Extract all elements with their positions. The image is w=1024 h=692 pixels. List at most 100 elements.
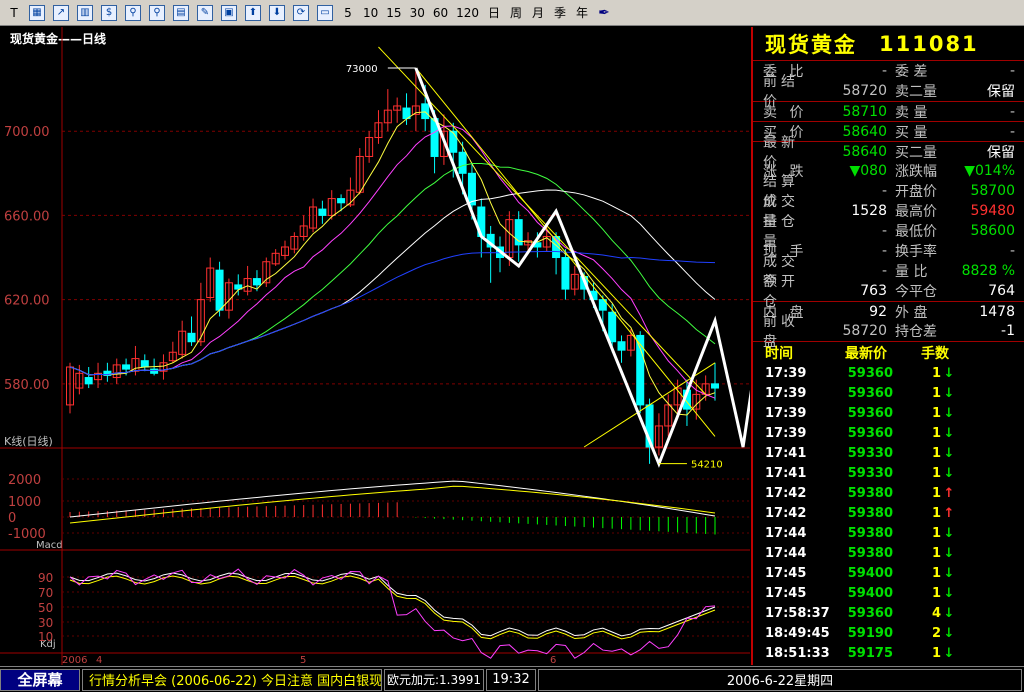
quote-value: 764 — [988, 283, 1015, 299]
period-year[interactable]: 年 — [572, 3, 592, 23]
candle-body — [608, 311, 617, 343]
tb-refresh-icon[interactable]: ⟳ — [290, 3, 312, 23]
macd-dif-line — [69, 480, 716, 518]
quote-value: 58720 — [842, 323, 887, 339]
status-bar: 全屏幕 行情分析早会 (2006-06-22) 今日注意 国内白银现货价格整体企… — [0, 666, 1024, 692]
arrow-down-icon: ↓ — [943, 385, 955, 401]
period-icon: ▭ — [317, 4, 333, 21]
tick-row: 18:51:33 59175 1 ↓ — [753, 643, 1024, 663]
tick-price: 59380 — [847, 545, 893, 561]
tick-time: 17:44 — [765, 545, 807, 561]
fullscreen-button[interactable]: 全屏幕 — [0, 668, 80, 691]
kdj-tick: 90 — [38, 571, 53, 585]
tick-row: 17:42 59380 1 ↑ — [753, 483, 1024, 503]
candle-body — [458, 151, 467, 174]
tb-bars-icon[interactable]: ▥ — [74, 3, 96, 23]
date-label: 2006 — [62, 655, 87, 665]
macd-tick: 1000 — [8, 495, 41, 510]
period-quarter[interactable]: 季 — [550, 3, 570, 23]
tick-volume: 1 — [931, 505, 941, 521]
tb-edit-icon[interactable]: ✎ — [194, 3, 216, 23]
tick-price: 59330 — [847, 465, 893, 481]
tb-grid-icon[interactable]: ▦ — [26, 3, 48, 23]
period-30[interactable]: 30 — [407, 3, 428, 23]
period-month[interactable]: 月 — [528, 3, 548, 23]
tb-pen-icon[interactable]: ✒ — [594, 3, 614, 23]
tb-chart-icon[interactable]: ↗ — [50, 3, 72, 23]
quote-label: 开盘价 — [895, 184, 937, 200]
tb-calc-icon[interactable]: ▤ — [170, 3, 192, 23]
tb-search-icon[interactable]: ⚲ — [146, 3, 168, 23]
price-tick: 700.00 — [4, 125, 50, 140]
calc-icon: ▤ — [173, 4, 189, 21]
period-60[interactable]: 60 — [430, 3, 451, 23]
candle-body — [636, 334, 645, 406]
refresh-icon: ⟳ — [293, 4, 309, 21]
arrow-down-icon: ↓ — [943, 625, 955, 641]
toolbar: T ▦ ↗ ▥ $ ⚲ ⚲ ▤ ✎ ▣ ⬆ ⬇ ⟳ ▭ 5 10 15 30 6… — [0, 0, 1024, 26]
arrow-down-icon: ↓ — [943, 605, 955, 621]
quote-row: 前结价 58720 卖二量 保留 — [753, 74, 1024, 110]
arrow-down-icon: ↓ — [943, 425, 955, 441]
tick-row: 18:49:45 59190 2 ↓ — [753, 623, 1024, 643]
tb-up-icon[interactable]: ⬆ — [242, 3, 264, 23]
period-15[interactable]: 15 — [383, 3, 404, 23]
tick-row: 17:39 59360 1 ↓ — [753, 383, 1024, 403]
quote-label: 买 量 — [895, 124, 928, 141]
arrow-down-icon: ↓ — [943, 405, 955, 421]
date-label: 5 — [300, 655, 306, 665]
arrow-down-icon: ↓ — [943, 585, 955, 601]
tick-time: 17:45 — [765, 585, 807, 601]
period-day[interactable]: 日 — [484, 3, 504, 23]
quote-value: 保留 — [987, 144, 1015, 161]
tick-time: 18:51:33 — [765, 645, 830, 661]
tick-time: 17:45 — [765, 565, 807, 581]
kline-chart[interactable]: 现货黄金——日线 K线(日线) Macd Kdj 700.00660.00620… — [0, 27, 750, 665]
quote-label: 卖 量 — [895, 104, 928, 121]
candle-body — [449, 130, 458, 153]
tick-volume: 1 — [931, 405, 941, 421]
candle-body — [337, 198, 346, 204]
window-icon: ▣ — [221, 4, 237, 21]
period-120[interactable]: 120 — [453, 3, 482, 23]
tick-volume: 1 — [931, 545, 941, 561]
tick-price: 59175 — [847, 645, 893, 661]
tb-text-button[interactable]: T — [4, 3, 24, 23]
quote-panel: 现货黄金 111081 委 比-委 差 - 前结价 58720 卖二量 保留卖 价 5871… — [751, 27, 1024, 665]
tb-zoom-icon[interactable]: ⚲ — [122, 3, 144, 23]
period-5[interactable]: 5 — [338, 3, 358, 23]
tb-window-icon[interactable]: ▣ — [218, 3, 240, 23]
candle-body — [215, 269, 224, 311]
tick-volume: 1 — [931, 645, 941, 661]
arrow-down-icon: ↓ — [943, 545, 955, 561]
date-label: 6 — [550, 655, 556, 665]
tb-period-icon[interactable]: ▭ — [314, 3, 336, 23]
kdj-tick: 10 — [38, 630, 53, 644]
news-ticker[interactable]: 行情分析早会 (2006-06-22) 今日注意 国内白银现货价格整体企稳并有所… — [82, 668, 382, 691]
tb-down-icon[interactable]: ⬇ — [266, 3, 288, 23]
period-10[interactable]: 10 — [360, 3, 381, 23]
chart-pane[interactable]: 现货黄金——日线 K线(日线) Macd Kdj 700.00 660.00 620… — [0, 27, 750, 665]
candle-body — [617, 341, 626, 351]
tick-row: 17:39 59360 1 ↓ — [753, 403, 1024, 423]
date-display: 2006-6-22星期四 — [538, 668, 1022, 691]
period-week[interactable]: 周 — [506, 3, 526, 23]
quote-label: 委 差 — [895, 64, 928, 80]
tick-price: 59360 — [847, 385, 893, 401]
quote-row: 最新价 58640 买二量 保留 — [753, 135, 1024, 171]
quote-value: - — [1009, 103, 1015, 120]
quote-value: 1528 — [851, 203, 887, 219]
tick-row: 17:39 59360 1 ↓ — [753, 423, 1024, 443]
tick-row: 17:45 59400 1 ↓ — [753, 583, 1024, 603]
candle-body — [150, 368, 159, 374]
tb-dollar-icon[interactable]: $ — [98, 3, 120, 23]
tick-price: 59380 — [847, 525, 893, 541]
grid-icon: ▦ — [29, 4, 45, 21]
quote-label: 卖 价 — [763, 104, 808, 121]
quote-label: 外 盘 — [895, 304, 928, 321]
quote-value: - — [1009, 63, 1015, 79]
tick-price: 59380 — [847, 505, 893, 521]
candle-body — [421, 103, 430, 120]
tick-price: 59360 — [847, 425, 893, 441]
tick-volume: 1 — [931, 385, 941, 401]
